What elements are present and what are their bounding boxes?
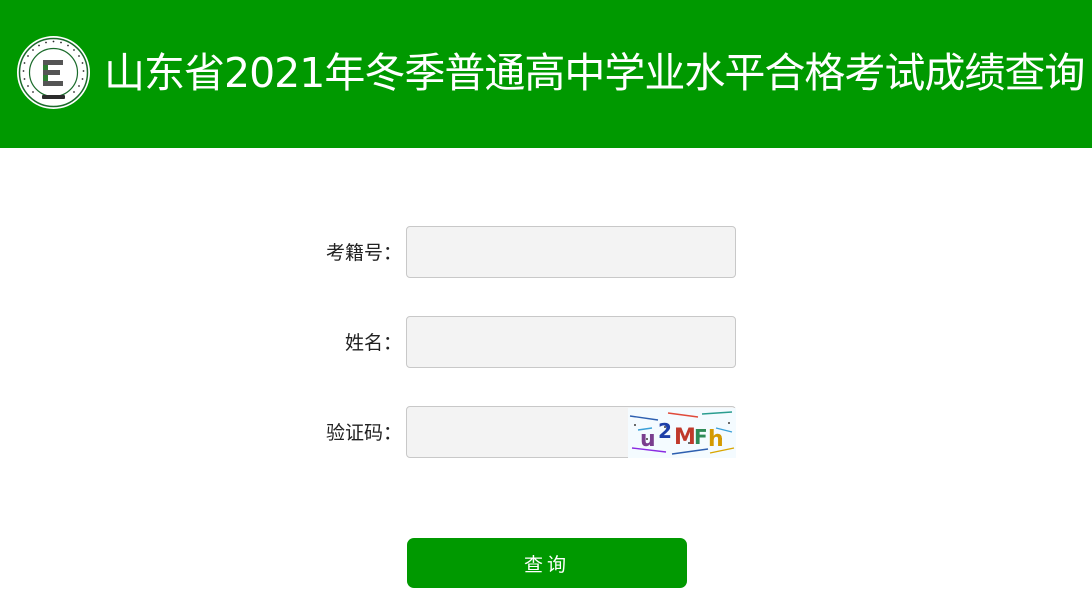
exam-institute-logo-icon: [17, 36, 90, 109]
exam-id-input[interactable]: [406, 226, 736, 278]
name-label: 姓名：: [344, 332, 402, 354]
exam-id-label: 考籍号：: [325, 242, 402, 264]
captcha-label: 验证码：: [325, 422, 402, 444]
query-button[interactable]: 查询: [407, 538, 687, 588]
name-row: 姓名：: [0, 316, 1092, 370]
captcha-char-m: M: [674, 425, 696, 450]
exam-id-row: 考籍号：: [0, 226, 1092, 280]
name-input[interactable]: [406, 316, 736, 368]
captcha-char-2: 2: [658, 419, 672, 443]
captcha-graphic: u 2 M F h: [628, 408, 736, 458]
captcha-char-f: F: [694, 425, 708, 449]
captcha-image[interactable]: u 2 M F h: [628, 408, 736, 458]
page-title: 山东省2021年冬季普通高中学业水平合格考试成绩查询: [104, 49, 1085, 97]
captcha-char-h: h: [708, 427, 724, 452]
captcha-char-u: u: [640, 427, 656, 452]
page-header: 山东省2021年冬季普通高中学业水平合格考试成绩查询: [0, 0, 1092, 148]
captcha-row: 验证码： u 2 M F h: [0, 406, 1092, 460]
